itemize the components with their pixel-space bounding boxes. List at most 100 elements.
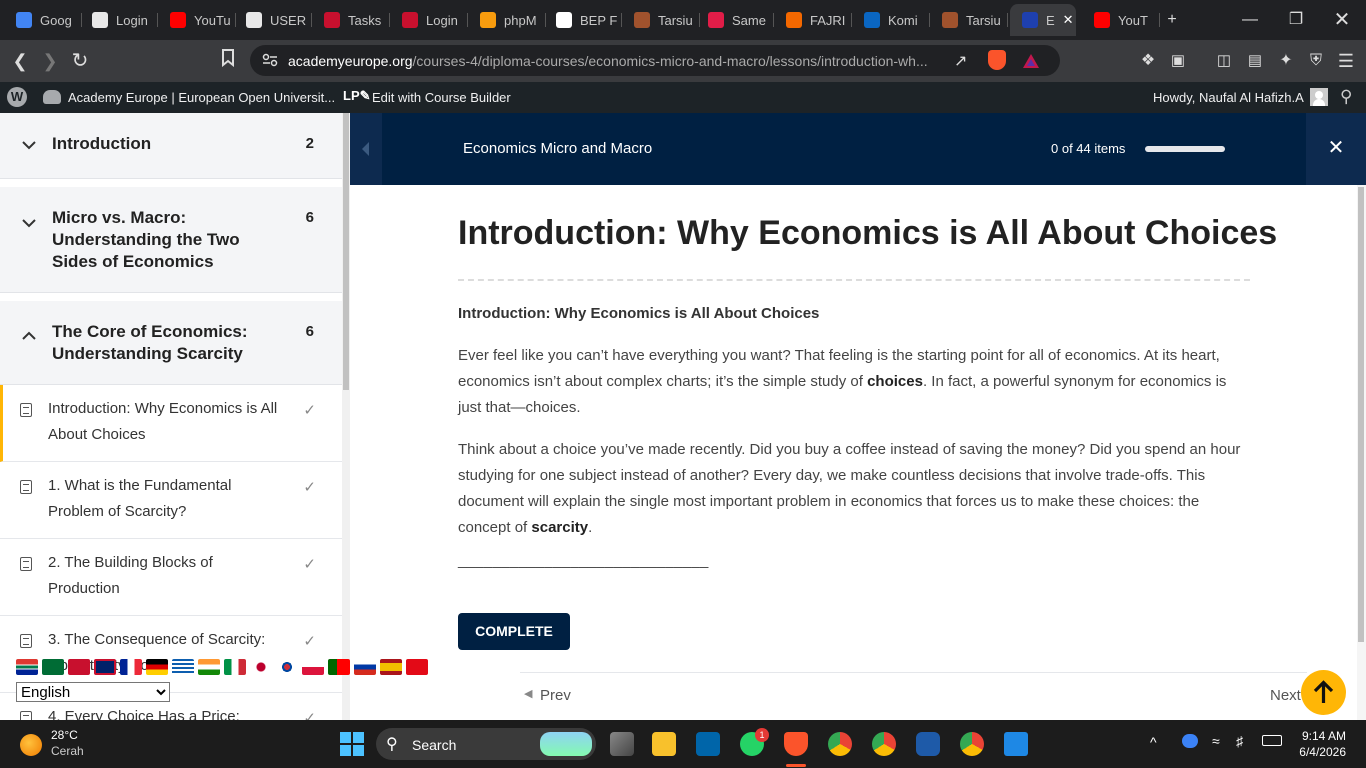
browser-tab[interactable]: USER	[238, 6, 312, 34]
section-micro-vs-macro[interactable]: Micro vs. Macro: Understanding the Two S…	[0, 187, 342, 293]
close-course-icon[interactable]: ✕	[1306, 113, 1366, 185]
browser-tab[interactable]: Komi	[856, 6, 930, 34]
lesson-item[interactable]: 1. What is the Fundamental Problem of Sc…	[0, 462, 342, 539]
notepad-icon[interactable]	[1004, 732, 1028, 756]
minimize-icon[interactable]: —	[1238, 8, 1262, 32]
browser-tab[interactable]: Tasks	[316, 6, 390, 34]
flag-spain-icon[interactable]	[380, 659, 402, 675]
lesson-item-active[interactable]: Introduction: Why Economics is All About…	[0, 385, 342, 462]
sidebar-scrollbar[interactable]	[342, 113, 350, 720]
flag-italy-icon[interactable]	[224, 659, 246, 675]
browser-tab[interactable]: Tarsiu	[934, 6, 1008, 34]
flag-china-icon[interactable]	[68, 659, 90, 675]
volume-icon[interactable]: ♯	[1236, 733, 1243, 749]
flag-greece-icon[interactable]	[172, 659, 194, 675]
flag-arabic-icon[interactable]	[42, 659, 64, 675]
bookmark-icon[interactable]	[216, 49, 240, 73]
chrome-profile-b-icon[interactable]	[960, 732, 984, 756]
prev-arrow-icon[interactable]: ◀	[524, 687, 532, 700]
brave-icon[interactable]	[784, 732, 808, 756]
address-bar[interactable]: academyeurope.org/courses-4/diploma-cour…	[250, 45, 1060, 76]
forward-icon[interactable]: ❯	[38, 49, 62, 73]
back-icon[interactable]: ❮	[8, 49, 32, 73]
wordpress-icon[interactable]: W	[7, 87, 27, 107]
search-icon[interactable]: ⚲	[1340, 87, 1352, 107]
edit-course-builder-link[interactable]: Edit with Course Builder	[372, 90, 511, 105]
browser-tab[interactable]: E ✕	[1010, 4, 1076, 36]
file-explorer-icon[interactable]	[652, 732, 676, 756]
share-icon[interactable]: ↗	[954, 51, 967, 71]
section-introduction[interactable]: Introduction 2	[0, 113, 342, 179]
extensions-icon[interactable]: ❖	[1136, 49, 1160, 73]
language-select[interactable]: English	[16, 682, 170, 702]
chrome-icon[interactable]	[828, 732, 852, 756]
dashboard-icon[interactable]	[43, 90, 61, 104]
browser-tab[interactable]: Same	[700, 6, 774, 34]
browser-tab[interactable]: BEP F	[548, 6, 622, 34]
flag-uk-icon[interactable]	[94, 659, 116, 675]
sidebar-collapse-toggle[interactable]	[350, 113, 382, 185]
task-view-icon[interactable]	[610, 732, 634, 756]
flag-portugal-icon[interactable]	[328, 659, 350, 675]
leo-ai-icon[interactable]: ✦	[1274, 49, 1298, 73]
browser-tab[interactable]: Tarsiu	[626, 6, 700, 34]
new-tab-icon[interactable]: +	[1160, 8, 1184, 32]
flag-india-icon[interactable]	[198, 659, 220, 675]
close-window-icon[interactable]: ✕	[1330, 8, 1354, 32]
howdy-user-link[interactable]: Howdy, Naufal Al Hafizh.A	[1153, 90, 1304, 105]
browser-tab[interactable]: Login	[394, 6, 468, 34]
url-text[interactable]: academyeurope.org/courses-4/diploma-cour…	[288, 53, 948, 69]
menu-icon[interactable]: ☰	[1334, 49, 1358, 73]
taskbar-date[interactable]: 6/4/2026	[1291, 745, 1346, 759]
sidebar-toggle-icon[interactable]: ◫	[1212, 49, 1236, 73]
flag-poland-icon[interactable]	[302, 659, 324, 675]
app-u-icon[interactable]	[916, 732, 940, 756]
course-builder-icon[interactable]: LP✎	[343, 88, 371, 104]
chrome-profile-icon[interactable]	[872, 732, 896, 756]
section-core-of-economics[interactable]: The Core of Economics: Understanding Sca…	[0, 301, 342, 385]
weather-sun-icon[interactable]	[20, 734, 42, 756]
windows-start-icon[interactable]	[340, 732, 364, 756]
chevron-up-icon[interactable]: ^	[1150, 734, 1157, 750]
sidebar-scroll-thumb[interactable]	[343, 113, 349, 390]
flag-germany-icon[interactable]	[146, 659, 168, 675]
maximize-icon[interactable]: ❐	[1284, 8, 1308, 32]
back-to-top-button[interactable]	[1301, 670, 1346, 715]
browser-tab[interactable]: YouT	[1086, 6, 1160, 34]
flag-korea-icon[interactable]	[276, 659, 298, 675]
course-title[interactable]: Economics Micro and Macro	[463, 140, 652, 157]
flag-south-africa-icon[interactable]	[16, 659, 38, 675]
reload-icon[interactable]: ↻	[68, 49, 92, 73]
flag-russia-icon[interactable]	[354, 659, 376, 675]
vpn-icon[interactable]: ⛨	[1304, 49, 1328, 73]
wifi-icon[interactable]: ≈	[1212, 733, 1220, 749]
screenshot-icon[interactable]: ▣	[1166, 49, 1190, 73]
close-tab-icon[interactable]: ✕	[1063, 12, 1074, 28]
vscode-icon[interactable]	[696, 732, 720, 756]
complete-button[interactable]: COMPLETE	[458, 613, 570, 650]
lesson-item[interactable]: 2. The Building Blocks of Production ✓	[0, 539, 342, 616]
weather-temp[interactable]: 28°C	[51, 728, 78, 742]
cloud-icon[interactable]	[1182, 734, 1198, 748]
battery-icon[interactable]	[1262, 735, 1282, 746]
site-name-link[interactable]: Academy Europe | European Open Universit…	[68, 90, 335, 105]
avatar[interactable]	[1310, 88, 1328, 106]
brave-rewards-icon[interactable]	[1022, 53, 1040, 74]
flag-france-icon[interactable]	[120, 659, 142, 675]
content-scroll-thumb[interactable]	[1358, 187, 1364, 642]
site-settings-icon[interactable]	[262, 53, 278, 72]
wallet-icon[interactable]: ▤	[1243, 49, 1267, 73]
flag-turkey-icon[interactable]	[406, 659, 428, 675]
taskbar-time[interactable]: 9:14 AM	[1296, 729, 1346, 743]
content-scrollbar[interactable]	[1357, 185, 1366, 720]
prev-link[interactable]: Prev	[540, 687, 571, 704]
browser-tab[interactable]: YouTu	[162, 6, 236, 34]
brave-shields-icon[interactable]	[988, 50, 1006, 70]
browser-tab[interactable]: Goog	[8, 6, 82, 34]
browser-tab[interactable]: Login	[84, 6, 158, 34]
weather-condition[interactable]: Cerah	[51, 744, 84, 758]
taskbar-search-box[interactable]: ⚲ Search	[376, 728, 596, 760]
next-link[interactable]: Next	[1270, 687, 1301, 704]
flag-japan-icon[interactable]	[250, 659, 272, 675]
browser-tab[interactable]: phpM	[472, 6, 546, 34]
